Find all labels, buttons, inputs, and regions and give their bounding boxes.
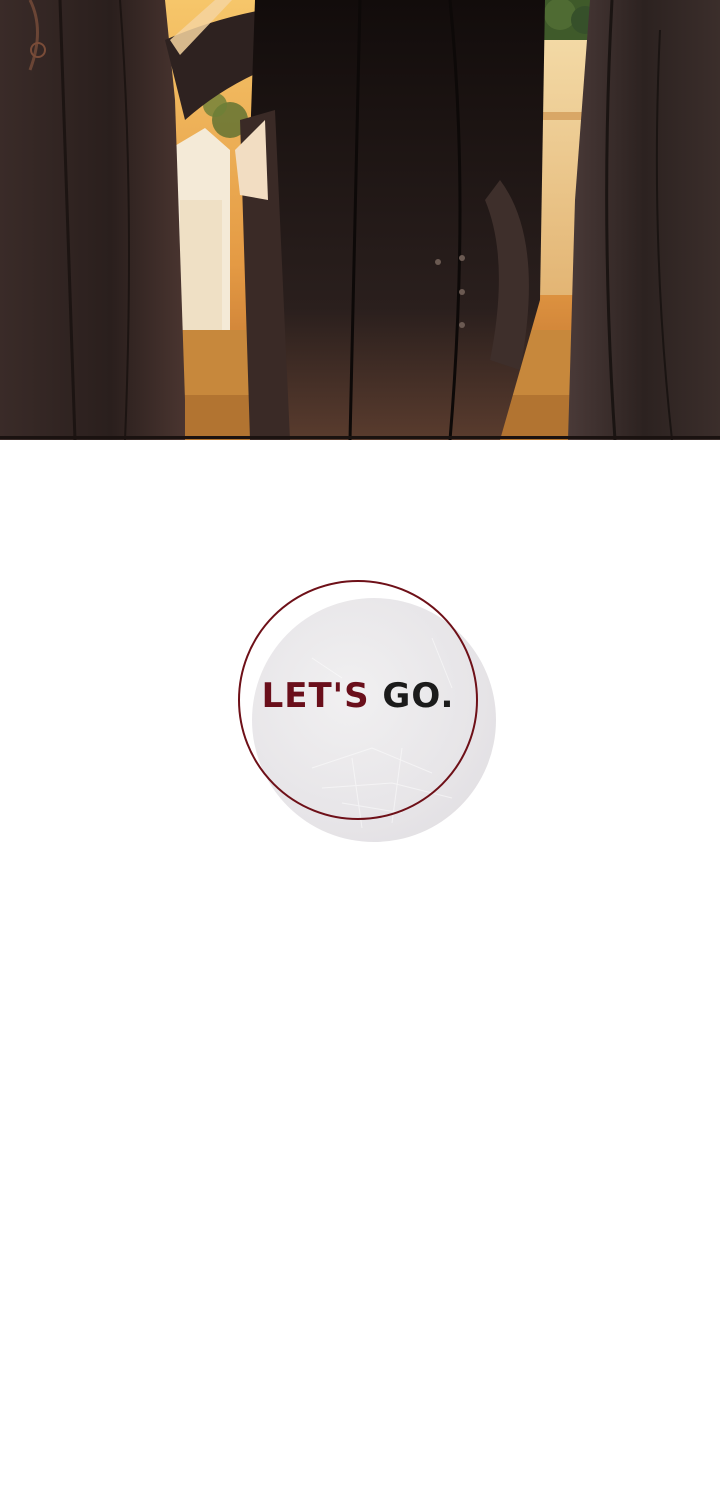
panel-illustration [0, 0, 720, 440]
speech-text-part2: GO. [382, 676, 455, 716]
speech-text: LET'S GO. [236, 676, 480, 716]
panel-border [0, 436, 720, 439]
speech-bubble: LET'S GO. [236, 576, 506, 846]
comic-panel [0, 0, 720, 440]
speech-text-part1: LET'S [261, 676, 370, 716]
